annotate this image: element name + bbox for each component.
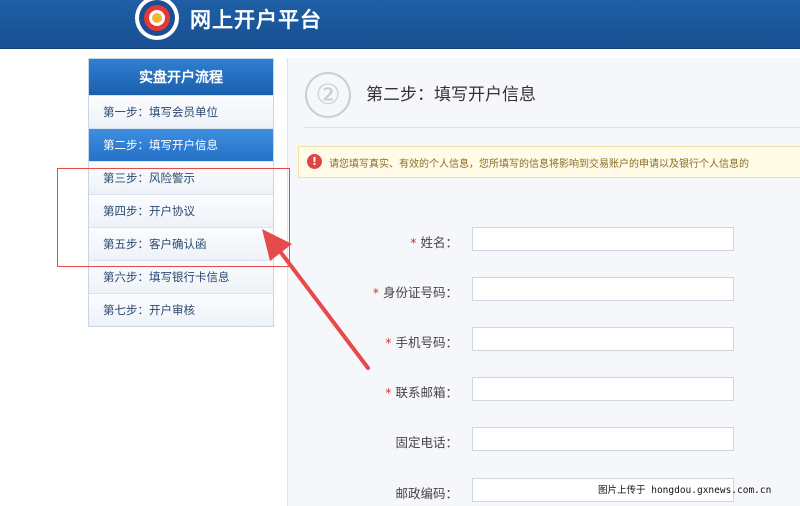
sidebar-step-7[interactable]: 第七步：开户审核: [89, 293, 273, 326]
top-header-bar: 网上开户平台: [0, 0, 800, 49]
required-mark: *: [372, 285, 379, 300]
mobile-label: * 手机号码：: [385, 335, 458, 350]
required-mark: *: [385, 335, 392, 350]
watermark-text: 图片上传于 hongdou.gxnews.com.cn: [598, 485, 772, 496]
sidebar-step-1[interactable]: 第一步：填写会员单位: [89, 95, 273, 128]
sidebar-title: 实盘开户流程: [89, 59, 273, 95]
form-row-mobile: * 手机号码：: [340, 327, 740, 353]
id-number-input[interactable]: [472, 277, 734, 301]
name-input[interactable]: [472, 227, 734, 251]
landline-input[interactable]: [472, 427, 734, 451]
warning-icon: !: [307, 154, 322, 169]
required-mark: *: [385, 385, 392, 400]
page-title: 第二步：填写开户信息: [366, 85, 536, 105]
postcode-label: 邮政编码：: [395, 486, 458, 501]
step-number-icon: ②: [305, 72, 351, 118]
form-row-email: * 联系邮箱：: [340, 377, 740, 403]
form-row-landline: 固定电话：: [340, 427, 740, 453]
form-row-name: * 姓名：: [340, 227, 740, 253]
divider: [303, 127, 800, 128]
required-mark: *: [410, 235, 417, 250]
notice-text: 请您填写真实、有效的个人信息，您所填写的信息将影响到交易账户的申请以及银行个人信…: [329, 159, 749, 170]
platform-title: 网上开户平台: [190, 8, 322, 32]
landline-label: 固定电话：: [395, 435, 458, 450]
sidebar-step-2[interactable]: 第二步：填写开户信息: [89, 128, 273, 161]
id-number-label: * 身份证号码：: [372, 285, 458, 300]
annotation-highlight-box: [57, 168, 290, 267]
notice-banner: ! 请您填写真实、有效的个人信息，您所填写的信息将影响到交易账户的申请以及银行个…: [298, 146, 800, 178]
form-row-id-number: * 身份证号码：: [340, 277, 740, 303]
mobile-input[interactable]: [472, 327, 734, 351]
email-input[interactable]: [472, 377, 734, 401]
name-label: * 姓名：: [410, 235, 458, 250]
email-label: * 联系邮箱：: [385, 385, 458, 400]
logo-icon: [135, 0, 179, 40]
